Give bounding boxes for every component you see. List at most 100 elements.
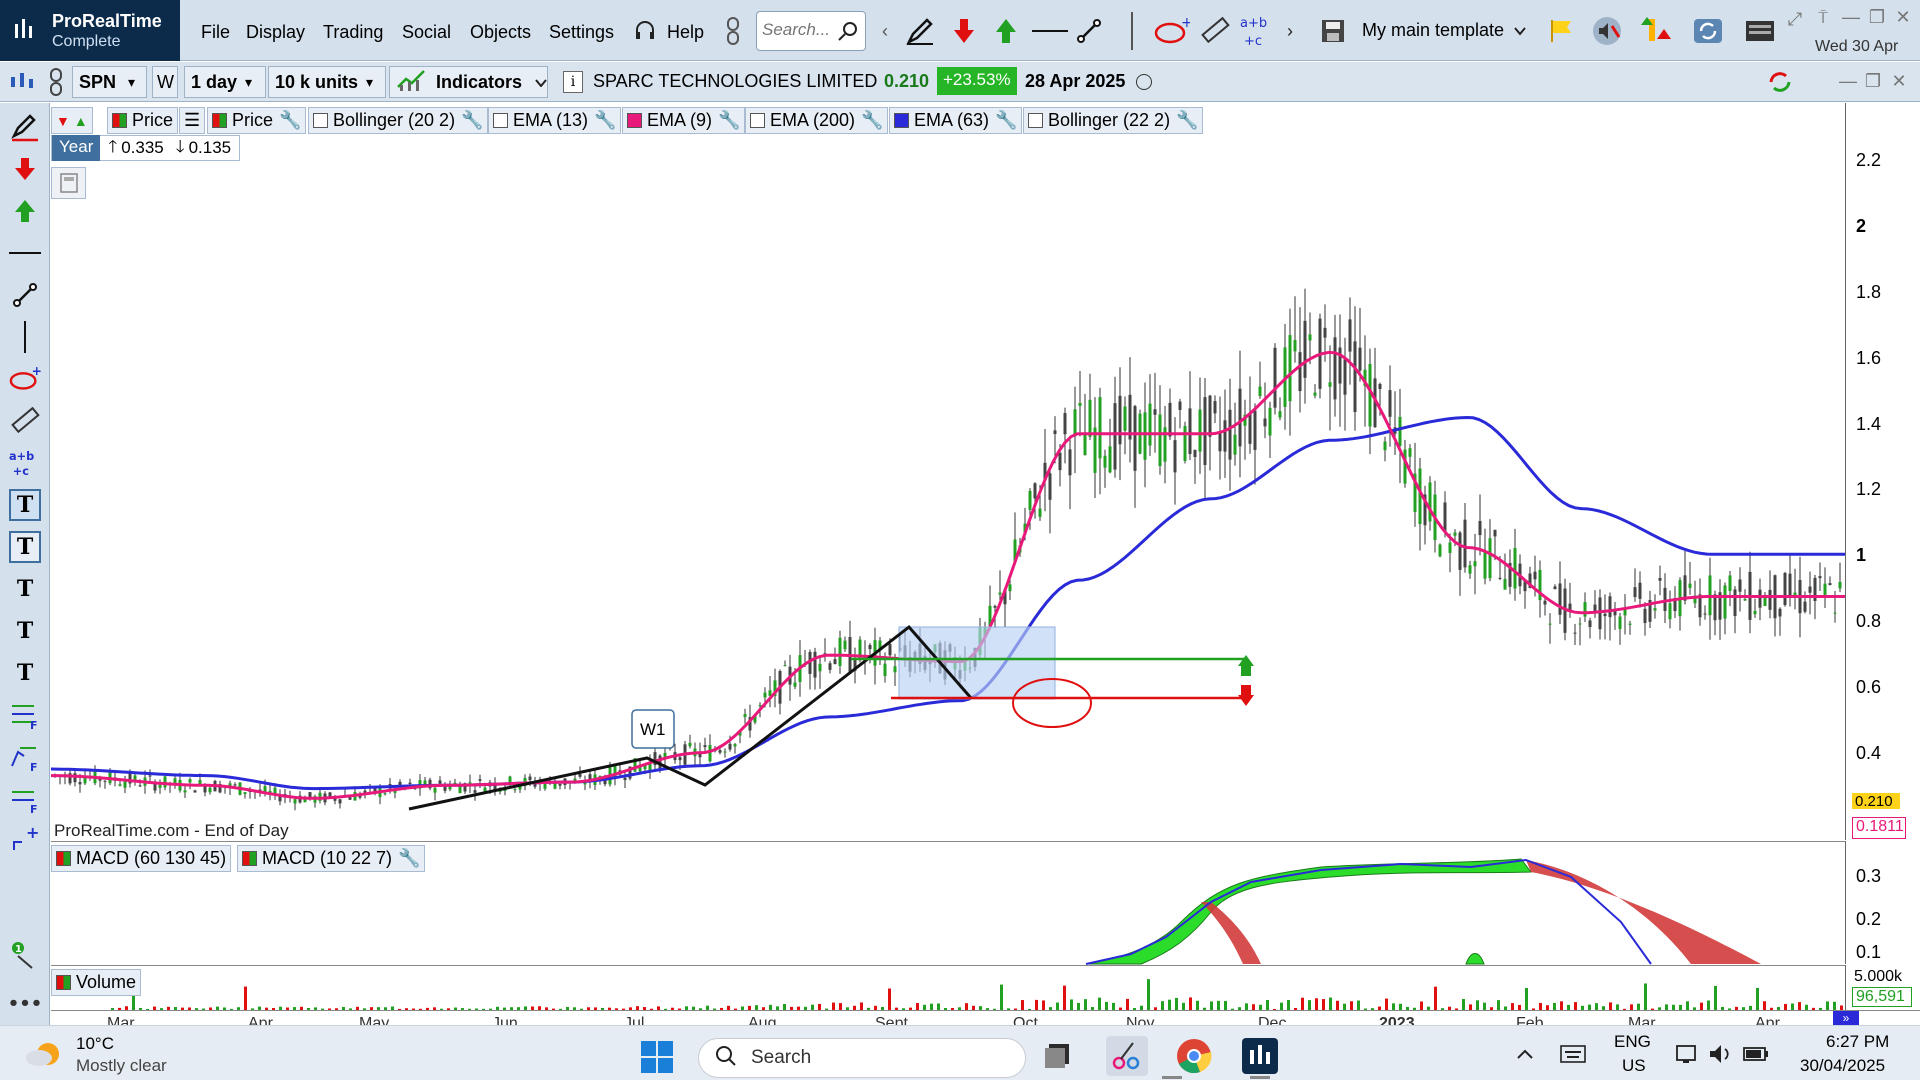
pin-icon[interactable]: ⍑	[1812, 8, 1834, 30]
period-selector[interactable]: 1 day ▾	[184, 66, 266, 98]
sound-muted-icon[interactable]	[1589, 14, 1625, 48]
trendline-icon[interactable]	[1072, 14, 1106, 48]
text-tool-icon[interactable]: T	[9, 615, 41, 647]
legend-macd-60[interactable]: MACD (60 130 45)	[51, 845, 232, 872]
panel-restore-icon[interactable]: ❐	[1862, 70, 1884, 92]
network-icon[interactable]	[1675, 1042, 1701, 1071]
clock-time[interactable]: 6:27 PM	[1826, 1032, 1889, 1052]
minimize-icon[interactable]: —	[1840, 6, 1862, 28]
wrench-icon[interactable]: 🔧	[398, 848, 420, 869]
volume-icon[interactable]	[1708, 1042, 1734, 1071]
legend-bollinger-20[interactable]: Bollinger (20 2) 🔧	[308, 107, 489, 134]
wrench-icon[interactable]: 🔧	[279, 110, 301, 131]
app-brand[interactable]: ProRealTime Complete	[0, 0, 180, 61]
search-box[interactable]	[756, 11, 866, 51]
language[interactable]: ENG	[1614, 1032, 1651, 1052]
menu-file[interactable]: File	[201, 22, 230, 43]
task-view-icon[interactable]	[1043, 1040, 1075, 1075]
ruler-tool-icon[interactable]	[9, 405, 41, 437]
search-icon[interactable]	[837, 20, 859, 47]
vertical-line-tool-icon[interactable]	[9, 321, 41, 353]
panel-minimize-icon[interactable]: —	[1837, 70, 1859, 92]
taskbar-search[interactable]: Search	[698, 1038, 1026, 1078]
horizontal-line-icon[interactable]	[1030, 14, 1070, 48]
legend-macd-10[interactable]: MACD (10 22 7) 🔧	[237, 845, 426, 872]
snipping-tool-icon[interactable]	[1106, 1036, 1148, 1076]
wrench-icon[interactable]: 🔧	[461, 110, 483, 131]
flag-icon[interactable]	[1546, 16, 1576, 46]
trendline-tool-icon[interactable]	[9, 279, 41, 311]
pencil-tool-icon[interactable]	[9, 111, 41, 143]
close-window-icon[interactable]: ✕	[1892, 6, 1914, 28]
wrench-icon[interactable]: 🔧	[1176, 110, 1198, 131]
calculator-icon[interactable]	[51, 167, 86, 199]
weather-icon[interactable]	[24, 1036, 64, 1077]
legend-price-2[interactable]: Price 🔧	[207, 107, 307, 134]
fibonacci-icon[interactable]: a+b +c	[1237, 10, 1277, 50]
text-tool-plain-icon[interactable]: T	[9, 657, 41, 689]
save-template-icon[interactable]	[1316, 14, 1350, 48]
menu-social[interactable]: Social	[402, 22, 451, 43]
legend-sell-buy[interactable]: ▼ ▲	[51, 107, 93, 134]
scroll-left-icon[interactable]: ‹	[878, 20, 892, 42]
ellipse-tool-icon[interactable]: +	[9, 363, 41, 395]
menu-trading[interactable]: Trading	[323, 22, 383, 43]
ruler-icon[interactable]	[1196, 14, 1234, 48]
text-tool-boxed-icon[interactable]: T	[9, 489, 41, 521]
legend-ema-63[interactable]: EMA (63) 🔧	[889, 107, 1023, 134]
wrench-icon[interactable]: 🔧	[995, 110, 1017, 131]
chevron-up-icon[interactable]	[1516, 1044, 1534, 1065]
pencil-icon[interactable]	[902, 14, 938, 48]
template-selector[interactable]: My main template	[1362, 20, 1504, 41]
volume-panel[interactable]: Volume	[51, 965, 1845, 1011]
macd-axis[interactable]: 0.3 0.2 0.1	[1845, 841, 1920, 964]
link-chart-icon[interactable]	[43, 66, 69, 98]
units-selector[interactable]: 10 k units ▾	[268, 66, 386, 98]
menu-objects[interactable]: Objects	[470, 22, 531, 43]
price-axis[interactable]: 2.2 2 1.8 1.6 1.4 1.2 1 0.8 0.6 0.4 0.21…	[1845, 103, 1920, 840]
restore-icon[interactable]: ❐	[1866, 6, 1888, 28]
weather-temp[interactable]: 10°C	[76, 1034, 114, 1054]
legend-bollinger-22[interactable]: Bollinger (22 2) 🔧	[1023, 107, 1204, 134]
wrench-icon[interactable]: 🔧	[594, 110, 616, 131]
prorealtime-taskbar-icon[interactable]	[1242, 1038, 1278, 1074]
buy-tool-icon[interactable]	[9, 195, 41, 227]
sell-arrow-icon[interactable]	[947, 14, 981, 48]
object-list-icon[interactable]: 1	[9, 939, 41, 971]
battery-icon[interactable]	[1742, 1042, 1770, 1071]
weather-desc[interactable]: Mostly clear	[76, 1056, 167, 1076]
legend-volume[interactable]: Volume	[51, 969, 142, 996]
chevron-down-icon[interactable]	[531, 73, 551, 93]
text-tool-bold-icon[interactable]: T	[9, 573, 41, 605]
legend-list-toggle[interactable]: ☰	[179, 107, 206, 134]
chart-type-icon[interactable]	[8, 68, 36, 96]
chevron-down-icon[interactable]	[1510, 20, 1530, 42]
ticker-selector[interactable]: SPN ▾	[72, 66, 147, 98]
wrench-icon[interactable]: 🔧	[718, 110, 740, 131]
text-tool-box-icon[interactable]: T	[9, 531, 41, 563]
headset-icon[interactable]	[632, 18, 658, 44]
fibonacci-tool-icon[interactable]: a+b +c	[9, 447, 41, 479]
fib-channel-icon[interactable]: F	[9, 783, 41, 815]
touch-keyboard-icon[interactable]	[1560, 1044, 1586, 1069]
ellipse-tool-icon[interactable]: +	[1152, 14, 1192, 48]
wrench-icon[interactable]: 🔧	[861, 110, 883, 131]
search-input[interactable]	[762, 12, 840, 48]
link-icon[interactable]	[720, 14, 746, 48]
fan-arcs-icon[interactable]: F	[9, 741, 41, 773]
legend-ema-200[interactable]: EMA (200) 🔧	[745, 107, 889, 134]
menu-help[interactable]: Help	[667, 22, 704, 43]
price-chart[interactable]: W1	[51, 103, 1845, 840]
fan-lines-icon[interactable]: F	[9, 699, 41, 731]
ticker-flag[interactable]: W	[152, 66, 178, 98]
legend-ema-9[interactable]: EMA (9) 🔧	[622, 107, 746, 134]
date-axis[interactable]: Mar Apr May Jun Jul Aug Sept Oct Nov Dec…	[51, 1010, 1920, 1025]
sync-icon[interactable]	[1690, 14, 1726, 48]
indicators-button[interactable]: Indicators	[389, 66, 548, 98]
windows-start-icon[interactable]	[640, 1040, 674, 1079]
cross-cursor-icon[interactable]: +	[9, 823, 41, 855]
info-icon[interactable]: i	[563, 71, 583, 93]
macd-panel[interactable]: MACD (60 130 45) MACD (10 22 7) 🔧	[51, 841, 1845, 965]
horizontal-line-tool-icon[interactable]	[9, 237, 41, 269]
clock-date[interactable]: 30/04/2025	[1800, 1056, 1885, 1076]
